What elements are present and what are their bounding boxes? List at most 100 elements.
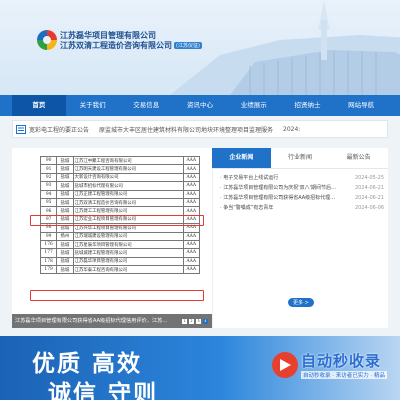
table-cell: 盐城城建工程管理有限公司 xyxy=(72,248,184,258)
slider-page-dot[interactable]: 3 xyxy=(196,319,201,324)
tab-latest-notices[interactable]: 最新公告 xyxy=(329,148,388,168)
nav-news-center[interactable]: 资讯中心 xyxy=(173,95,227,116)
table-cell: 盐城 xyxy=(56,172,74,183)
slider-page-dot[interactable]: 4 xyxy=(203,319,208,324)
company-location-tag: (江苏仪征) xyxy=(174,42,202,49)
slider-page-dot[interactable]: 1 xyxy=(182,319,187,324)
table-cell: 93 xyxy=(39,181,58,191)
table-cell: 江苏磊华项目管理有限公司 xyxy=(72,256,184,267)
table-cell: 江苏瑞诚建设管理有限公司 xyxy=(72,231,184,241)
table-cell: 江苏双清工程造价咨询有限公司 xyxy=(72,197,184,208)
site-header: 江苏磊华项目管理有限公司 江苏双清工程造价咨询有限公司 (江苏仪征) xyxy=(0,0,400,95)
table-cell: AAA xyxy=(182,164,201,174)
news-item[interactable]: 电子交易平台上线试运行 2024-05-25 xyxy=(220,173,384,183)
table-cell: 江苏建工工程管理有限公司 xyxy=(72,206,184,216)
news-item[interactable]: 争当“警嗓成”有志青年 2024-06-06 xyxy=(220,203,384,213)
nav-home[interactable]: 首页 xyxy=(12,95,66,116)
table-cell: 94 xyxy=(39,189,58,199)
table-row: 95 盐城 江苏双清工程造价咨询有限公司 AAA xyxy=(39,197,201,208)
slider-pagination: 1 2 3 4 xyxy=(182,319,208,324)
table-cell: 江苏星辰华项目管理有限公司 xyxy=(72,239,184,250)
table-cell: 179 xyxy=(39,265,58,275)
nav-performance[interactable]: 业绩展示 xyxy=(227,95,281,116)
table-row: 93 盐城 盐城市招标代理有限公司 AAA xyxy=(39,181,201,191)
company-name-secondary: 江苏双清工程造价咨询有限公司 (江苏仪征) xyxy=(60,40,202,51)
table-cell: 盐城 xyxy=(56,248,74,258)
tab-industry-news[interactable]: 行业新闻 xyxy=(271,148,330,168)
table-cell: 江苏华泰工程咨询有限公司 xyxy=(72,265,184,275)
news-slider[interactable]: 90 盐城 江苏江中聚工程咨询有限公司 AAA 91 盐城 江苏明天建设工程管理有限公司 AA… xyxy=(12,148,213,328)
table-cell: 盐城 xyxy=(56,239,74,250)
table-row: 178 盐城 江苏磊华项目管理有限公司 AAA xyxy=(39,256,201,267)
notice-item[interactable]: 宽彩电工程的要正公告 xyxy=(29,125,89,134)
table-cell: 92 xyxy=(39,172,58,183)
nav-site-map[interactable]: 网站导航 xyxy=(334,95,388,116)
table-cell: AAA xyxy=(182,206,201,216)
table-row: 94 盐城 江苏正建工程管理有限公司 AAA xyxy=(39,189,201,199)
company-name-secondary-text: 江苏双清工程造价咨询有限公司 xyxy=(60,41,172,50)
table-cell: 99 xyxy=(39,231,58,241)
notice-bar: 宽彩电工程的要正公告 原监城市大丰区居住建筑材料有限公司地块环境整理项目监理服务… xyxy=(12,120,388,138)
news-date: 2024-06-21 xyxy=(354,185,384,191)
news-title[interactable]: 争当“警嗓成”有志青年 xyxy=(220,203,340,213)
highlight-box xyxy=(30,215,204,226)
news-date: 2024-05-25 xyxy=(354,175,384,181)
table-cell: 盐城 xyxy=(56,197,74,208)
table-cell: AAA xyxy=(182,197,201,208)
table-cell: 江苏正建工程管理有限公司 xyxy=(72,189,184,199)
table-cell: AAA xyxy=(182,256,201,267)
company-logo[interactable] xyxy=(37,30,57,50)
play-icon xyxy=(272,351,298,378)
table-cell: AAA xyxy=(182,248,201,258)
table-row: 91 盐城 江苏明天建设工程管理有限公司 AAA xyxy=(39,164,201,174)
table-cell: AAA xyxy=(182,231,201,241)
table-cell: 90 xyxy=(39,155,58,166)
table-cell: 178 xyxy=(39,256,58,267)
table-cell: 91 xyxy=(39,164,58,174)
table-cell: 盐城 xyxy=(56,189,74,199)
watermark-brand: 自动秒收录 xyxy=(301,352,382,370)
table-cell: 江苏明天建设工程管理有限公司 xyxy=(72,164,184,174)
news-item[interactable]: 江苏磊华项目管理有限公司获得省AA级招标代理信用评价，江... 2024-06-2… xyxy=(220,193,384,203)
table-cell: 盐城 xyxy=(56,164,74,174)
content-area: 90 盐城 江苏江中聚工程咨询有限公司 AAA 91 盐城 江苏明天建设工程管理有限公司 AA… xyxy=(12,148,388,328)
table-cell: 盐城 xyxy=(56,206,74,216)
news-title[interactable]: 电子交易平台上线试运行 xyxy=(220,173,340,183)
table-row: 92 盐城 大新设计咨询有限公司 AAA xyxy=(39,172,201,183)
slider-page-dot[interactable]: 2 xyxy=(189,319,194,324)
news-date: 2024-06-21 xyxy=(354,195,384,201)
table-cell: 177 xyxy=(39,248,58,258)
table-row: 177 盐城 盐城城建工程管理有限公司 AAA xyxy=(39,248,201,258)
table-cell: AAA xyxy=(182,189,201,199)
slogan-line-2: 诚信 守则 xyxy=(48,381,159,400)
news-panel: 企业新闻 行业新闻 最新公告 电子交易平台上线试运行 2024-05-25 江苏磊华… xyxy=(212,148,388,328)
watermark: 自动秒收录 自动秒收录 · 来访者已实力 · 精品 xyxy=(272,350,387,379)
table-cell: 盐城 xyxy=(56,265,74,275)
news-item[interactable]: 江苏磊华项目管理有限公司为庆祝'双八'期间节后新年评印迎中... 2024-06-… xyxy=(220,183,384,193)
table-row: 90 盐城 江苏江中聚工程咨询有限公司 AAA xyxy=(39,155,201,166)
watermark-tagline: 自动秒收录 · 来访者已实力 · 精品 xyxy=(301,371,387,379)
slogan-line-1: 优质 高效 xyxy=(32,351,143,377)
tab-company-news[interactable]: 企业新闻 xyxy=(212,148,271,168)
table-cell: 盐城 xyxy=(56,155,74,166)
slogan-banner: 优质 高效 诚信 守则 自动秒收录 自动秒收录 · 来访者已实力 · 精品 xyxy=(0,336,400,400)
news-title[interactable]: 江苏磊华项目管理有限公司获得省AA级招标代理信用评价，江... xyxy=(220,193,340,203)
more-button[interactable]: 更多 > xyxy=(288,298,314,307)
table-row: 99 扬州 江苏瑞诚建设管理有限公司 AAA xyxy=(39,231,201,241)
table-row: 176 盐城 江苏星辰华项目管理有限公司 AAA xyxy=(39,239,201,250)
table-cell: 江苏江中聚工程咨询有限公司 xyxy=(72,155,184,166)
table-cell: AAA xyxy=(182,239,201,250)
news-title[interactable]: 江苏磊华项目管理有限公司为庆祝'双八'期间节后新年评印迎中... xyxy=(220,183,340,193)
announcement-icon xyxy=(13,121,29,137)
nav-about[interactable]: 关于我们 xyxy=(66,95,120,116)
table-cell: 盐城 xyxy=(56,181,74,191)
table-cell: 盐城市招标代理有限公司 xyxy=(72,181,184,191)
news-tabs: 企业新闻 行业新闻 最新公告 xyxy=(212,148,388,169)
table-cell: AAA xyxy=(182,181,201,191)
table-row: 96 盐城 江苏建工工程管理有限公司 AAA xyxy=(39,206,201,216)
nav-careers[interactable]: 招贤纳士 xyxy=(281,95,335,116)
nav-trade-info[interactable]: 交易信息 xyxy=(119,95,173,116)
table-cell: AAA xyxy=(182,265,201,275)
notice-item[interactable]: 原监城市大丰区居住建筑材料有限公司地块环境整理项目监理服务 xyxy=(99,125,273,134)
notice-item[interactable]: 2024: xyxy=(283,126,300,133)
